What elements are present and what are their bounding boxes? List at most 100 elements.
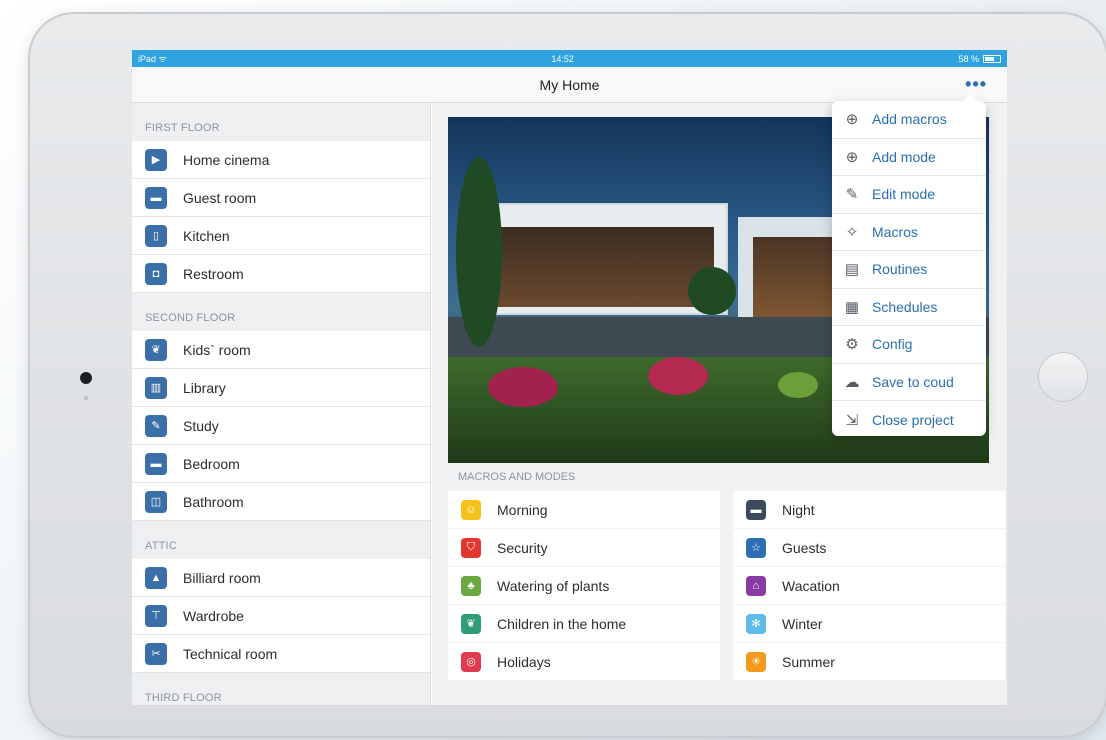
bed-icon: ▬ [145, 186, 167, 209]
carrier-label: iPad ᯤ [138, 54, 167, 64]
balloon-icon: ◎ [461, 651, 481, 672]
edit-icon: ✎ [845, 186, 859, 204]
room-label: Technical room [183, 645, 278, 662]
menu-item[interactable]: ▤ Routines [832, 251, 986, 289]
macro-label: Children in the home [497, 615, 627, 632]
status-time: 14:52 [551, 53, 574, 64]
menu-item-label: Macros [872, 223, 918, 240]
macros-section-header: MACROS AND MODES [458, 471, 576, 483]
room-label: Kitchen [183, 227, 230, 244]
macro-item[interactable]: ✻ Winter [733, 605, 1005, 642]
room-label: Library [183, 379, 226, 396]
battery-icon [983, 54, 1001, 63]
room-label: Restroom [183, 265, 244, 282]
fridge-icon: ▯ [145, 224, 167, 247]
cinema-icon: ▶ [145, 148, 167, 171]
exit-icon: ⇲ [845, 411, 859, 429]
sidebar-room-item[interactable]: ▶ Home cinema [132, 141, 430, 179]
sidebar-room-item[interactable]: ▬ Guest room [132, 179, 430, 217]
star-icon: ☆ [746, 537, 766, 558]
sun-face-icon: ☺ [461, 499, 481, 520]
menu-item[interactable]: ⇲ Close project [832, 401, 986, 439]
sidebar-room-item[interactable]: ❦ Kids` room [132, 331, 430, 369]
room-label: Wardrobe [183, 607, 244, 624]
more-options-icon[interactable]: ••• [965, 75, 987, 93]
macro-item[interactable]: ❦ Children in the home [448, 605, 720, 642]
suitcase-icon: ⌂ [746, 575, 766, 596]
sidebar-room-item[interactable]: ✂ Technical room [132, 635, 430, 673]
menu-item-label: Routines [872, 261, 928, 278]
nav-bar: My Home ••• [132, 67, 1007, 103]
home-button[interactable] [1038, 352, 1088, 402]
sidebar-room-item[interactable]: ◘ Restroom [132, 255, 430, 293]
toilet-icon: ◘ [145, 262, 167, 285]
sidebar-room-item[interactable]: ⊤ Wardrobe [132, 597, 430, 635]
macro-label: Winter [782, 615, 823, 632]
sensor-dot [84, 396, 88, 400]
menu-item-label: Config [872, 336, 913, 353]
plus-circle-icon: ⊕ [845, 111, 859, 129]
macro-label: Summer [782, 653, 835, 670]
macro-item[interactable]: ⌂ Wacation [733, 567, 1005, 604]
options-dropdown-menu: ⊕ Add macros ⊕ Add mode ✎ Edit mode ✧ Macros ▤ Ro… [832, 94, 986, 439]
room-label: Bathroom [183, 493, 244, 510]
shield-icon: ⛉ [461, 537, 481, 558]
document-icon: ▤ [844, 261, 860, 279]
books-icon: ▥ [145, 376, 167, 399]
macro-item[interactable]: ♣ Watering of plants [448, 567, 720, 604]
page-title: My Home [539, 76, 600, 93]
sidebar-room-item[interactable]: ▯ Kitchen [132, 217, 430, 255]
sidebar-room-item[interactable]: ▲ Billiard room [132, 559, 430, 597]
menu-item-label: Add macros [872, 111, 947, 128]
menu-item[interactable]: ⚙ Config [832, 326, 986, 364]
sidebar-room-item[interactable]: ✎ Study [132, 407, 430, 445]
sidebar-section-header: ATTIC [145, 540, 177, 552]
bed-icon: ▬ [145, 452, 167, 475]
cloud-upload-icon: ☁ [844, 373, 860, 391]
billiard-triangle-icon: ▲ [145, 566, 167, 589]
menu-item[interactable]: ☁ Save to coud [832, 364, 986, 401]
shirt-icon: ⊤ [145, 604, 167, 627]
sun-icon: ☀ [746, 651, 766, 672]
plus-circle-icon: ⊕ [845, 148, 859, 166]
plant-icon: ♣ [461, 575, 481, 596]
macro-item[interactable]: ▬ Night [733, 491, 1005, 528]
teddy-bear-icon: ❦ [145, 338, 167, 361]
macro-label: Security [497, 539, 548, 556]
macro-label: Holidays [497, 653, 551, 670]
macro-label: Watering of plants [497, 577, 610, 594]
camera-icon [80, 372, 92, 384]
menu-item[interactable]: ▦ Schedules [832, 289, 986, 326]
macro-label: Morning [497, 501, 548, 518]
menu-item-label: Add mode [872, 148, 936, 165]
macro-item[interactable]: ☺ Morning [448, 491, 720, 528]
sidebar-section-header: SECOND FLOOR [145, 312, 236, 324]
sidebar-room-item[interactable]: ◫ Bathroom [132, 483, 430, 521]
snowflake-icon: ✻ [746, 613, 766, 634]
macro-label: Guests [782, 539, 827, 556]
macro-label: Night [782, 501, 815, 518]
battery-status: 58 % [958, 54, 1001, 64]
macro-item[interactable]: ☀ Summer [733, 643, 1005, 680]
room-label: Home cinema [183, 151, 270, 168]
tools-icon: ✂ [145, 642, 167, 665]
screen: iPad ᯤ 14:52 58 % My Home ••• FIRST FLOO… [132, 50, 1007, 705]
menu-item-label: Schedules [872, 298, 938, 315]
room-label: Study [183, 417, 219, 434]
menu-item-label: Save to coud [872, 373, 954, 390]
sidebar-section-header: THIRD FLOOR [145, 692, 222, 704]
sidebar-room-item[interactable]: ▬ Bedroom [132, 445, 430, 483]
macro-item[interactable]: ☆ Guests [733, 529, 1005, 566]
menu-item[interactable]: ⊕ Add mode [832, 139, 986, 176]
room-label: Guest room [183, 189, 257, 206]
macro-item[interactable]: ◎ Holidays [448, 643, 720, 680]
menu-item-label: Edit mode [872, 186, 936, 203]
menu-item[interactable]: ✎ Edit mode [832, 176, 986, 214]
magic-wand-icon: ✧ [845, 223, 859, 241]
menu-item[interactable]: ⊕ Add macros [832, 101, 986, 139]
bath-icon: ◫ [145, 490, 167, 513]
macro-item[interactable]: ⛉ Security [448, 529, 720, 566]
sidebar-room-item[interactable]: ▥ Library [132, 369, 430, 407]
menu-item[interactable]: ✧ Macros [832, 214, 986, 251]
macro-label: Wacation [782, 577, 840, 594]
